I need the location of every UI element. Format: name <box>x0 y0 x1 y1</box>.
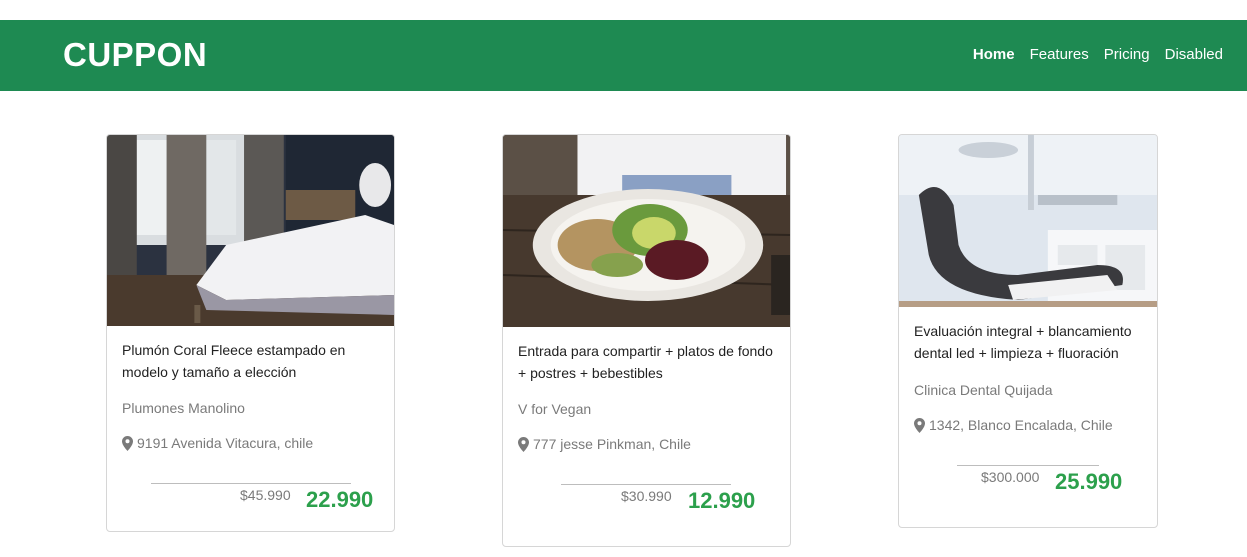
deal-company: Clinica Dental Quijada <box>914 382 1053 398</box>
price-divider <box>561 484 731 485</box>
dental-clinic-photo[interactable] <box>899 135 1157 307</box>
old-price: $30.990 <box>621 488 672 504</box>
deal-card[interactable]: Entrada para compartir + platos de fondo… <box>502 134 791 547</box>
brand-logo[interactable]: CUPPON <box>63 37 207 73</box>
deal-address: 9191 Avenida Vitacura, chile <box>122 434 313 452</box>
nav-features[interactable]: Features <box>1030 46 1089 64</box>
deal-title[interactable]: Entrada para compartir + platos de fondo… <box>518 340 778 384</box>
price-divider <box>151 483 351 484</box>
deal-title[interactable]: Evaluación integral + blancamiento denta… <box>914 320 1145 364</box>
map-pin-icon <box>518 436 529 452</box>
deal-address: 777 jesse Pinkman, Chile <box>518 435 691 453</box>
deal-price: 25.990 <box>1055 469 1123 494</box>
deal-card[interactable]: Plumón Coral Fleece estampado en modelo … <box>106 134 395 532</box>
price-divider <box>957 465 1099 466</box>
address-text: 9191 Avenida Vitacura, chile <box>137 435 314 451</box>
salad-plate-photo[interactable] <box>503 135 790 327</box>
bedroom-photo[interactable] <box>107 135 394 326</box>
old-price: $45.990 <box>240 487 291 503</box>
deal-company: Plumones Manolino <box>122 400 245 416</box>
address-text: 1342, Blanco Encalada, Chile <box>929 417 1113 433</box>
deal-price: 22.990 <box>306 487 374 512</box>
deal-price: 12.990 <box>688 488 756 513</box>
deal-company: V for Vegan <box>518 401 592 417</box>
main-nav: Home Features Pricing Disabled <box>958 46 1223 64</box>
deal-address: 1342, Blanco Encalada, Chile <box>914 416 1113 434</box>
map-pin-icon <box>122 435 133 451</box>
map-pin-icon <box>914 417 925 433</box>
deal-title[interactable]: Plumón Coral Fleece estampado en modelo … <box>122 339 382 383</box>
deal-card[interactable]: Evaluación integral + blancamiento denta… <box>898 134 1158 528</box>
nav-home[interactable]: Home <box>973 46 1015 64</box>
navbar: CUPPON Home Features Pricing Disabled <box>0 20 1247 91</box>
nav-pricing[interactable]: Pricing <box>1104 46 1150 64</box>
address-text: 777 jesse Pinkman, Chile <box>533 436 691 452</box>
nav-disabled[interactable]: Disabled <box>1165 46 1223 64</box>
old-price: $300.000 <box>981 469 1040 485</box>
